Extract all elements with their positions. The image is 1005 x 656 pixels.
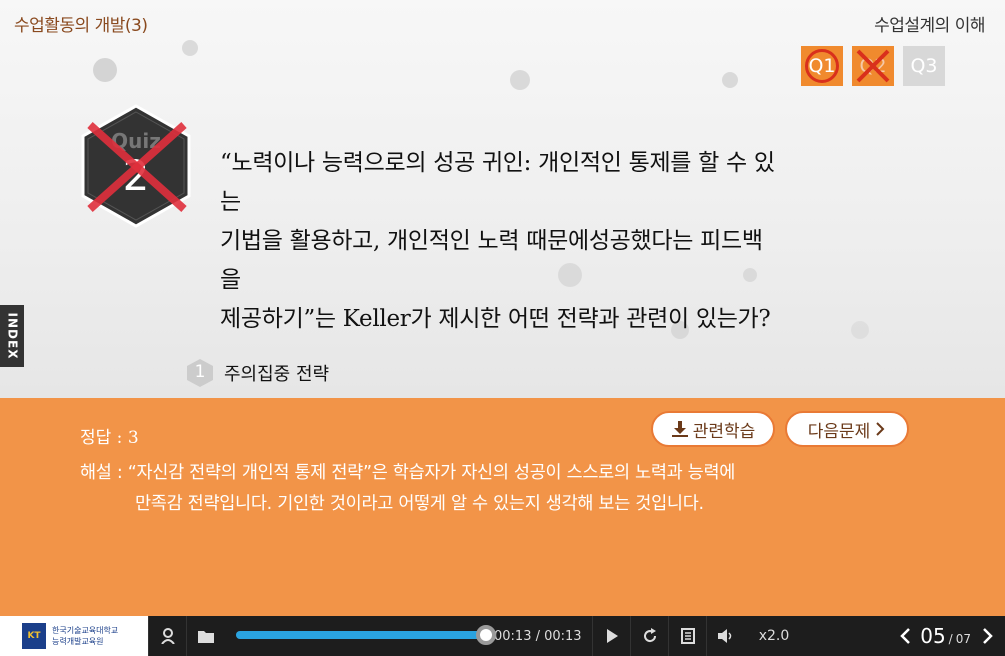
teacher-button[interactable] bbox=[148, 616, 186, 656]
question-badge-q2[interactable]: Q2 bbox=[852, 46, 894, 86]
folder-icon bbox=[197, 631, 214, 643]
playback-speed[interactable]: x2.0 bbox=[744, 628, 804, 644]
chevron-left-icon bbox=[900, 628, 911, 644]
index-tab[interactable]: INDEX bbox=[0, 305, 24, 367]
speaker-icon bbox=[717, 629, 731, 643]
question-badge-q1[interactable]: Q1 bbox=[801, 46, 843, 86]
explanation-line: 해설 : “자신감 전략의 개인적 통제 전략”은 학습자가 자신의 성공이 스… bbox=[80, 463, 736, 483]
institution-logo: KT 한국기술교육대학교 능력개발교육원 bbox=[0, 616, 148, 656]
question-line: 제공하기”는 Keller가 제시한 어떤 전략과 관련이 있는가? bbox=[220, 306, 771, 332]
course-title: 수업설계의 이해 bbox=[874, 16, 985, 36]
question-line: 기법을 활용하고, 개인적인 노력 때문에성공했다는 피드백 bbox=[220, 228, 763, 254]
next-page-button[interactable] bbox=[971, 616, 1005, 656]
lesson-title: 수업활동의 개발(3) bbox=[14, 16, 148, 36]
person-icon bbox=[160, 628, 175, 644]
progress-fill bbox=[236, 631, 486, 639]
explanation-line: 만족감 전략입니다. 기인한 것이라고 어떻게 알 수 있는지 생각해 보는 것… bbox=[135, 494, 704, 514]
previous-page-button[interactable] bbox=[890, 616, 920, 656]
chevron-right-icon bbox=[876, 422, 885, 436]
progress-handle[interactable] bbox=[476, 625, 496, 645]
question-navigator: Q1 Q2 Q3 bbox=[801, 46, 945, 86]
option-number-icon: 1 bbox=[186, 358, 214, 388]
time-display: 00:13 / 00:13 bbox=[494, 628, 582, 644]
question-badge-q3[interactable]: Q3 bbox=[903, 46, 945, 86]
content-stage: 수업활동의 개발(3) 수업설계의 이해 Q1 Q2 Q3 Quiz 2 bbox=[0, 0, 1005, 398]
answer-panel: 정답 : 3 관련학습 다음문제 해설 : “자신감 전략의 개인적 통제 전략… bbox=[0, 398, 1005, 616]
refresh-icon bbox=[643, 628, 656, 643]
question-line: “노력이나 능력으로의 성공 귀인: 개인적인 통제를 할 수 있 bbox=[220, 150, 775, 176]
volume-button[interactable] bbox=[706, 616, 744, 656]
replay-button[interactable] bbox=[630, 616, 668, 656]
question-text: “노력이나 능력으로의 성공 귀인: 개인적인 통제를 할 수 있 는 기법을 … bbox=[220, 144, 920, 339]
x-mark-icon bbox=[856, 49, 890, 83]
next-question-button[interactable]: 다음문제 bbox=[785, 411, 909, 447]
script-button[interactable] bbox=[668, 616, 706, 656]
player-bar: KT 한국기술교육대학교 능력개발교육원 00:13 / 00:13 x2.0 … bbox=[0, 616, 1005, 656]
quiz-number-badge: Quiz 2 bbox=[80, 103, 192, 229]
play-button[interactable] bbox=[592, 616, 630, 656]
related-study-button[interactable]: 관련학습 bbox=[651, 411, 775, 447]
play-icon bbox=[606, 629, 618, 643]
question-line: 을 bbox=[220, 267, 241, 293]
answer-option-1[interactable]: 1 주의집중 전략 bbox=[186, 358, 329, 388]
emblem-icon: KT bbox=[22, 623, 46, 649]
page-indicator: 05 / 07 bbox=[920, 624, 971, 648]
explanation: 해설 : “자신감 전략의 개인적 통제 전략”은 학습자가 자신의 성공이 스… bbox=[80, 458, 960, 520]
option-label: 주의집중 전략 bbox=[224, 364, 330, 385]
correct-answer: 정답 : 3 bbox=[80, 428, 139, 448]
question-line: 는 bbox=[220, 189, 241, 215]
document-icon bbox=[680, 628, 695, 644]
progress-bar[interactable] bbox=[236, 616, 496, 656]
chevron-right-icon bbox=[983, 628, 993, 644]
x-mark-icon bbox=[87, 122, 187, 212]
download-icon bbox=[671, 421, 688, 437]
folder-button[interactable] bbox=[186, 616, 224, 656]
